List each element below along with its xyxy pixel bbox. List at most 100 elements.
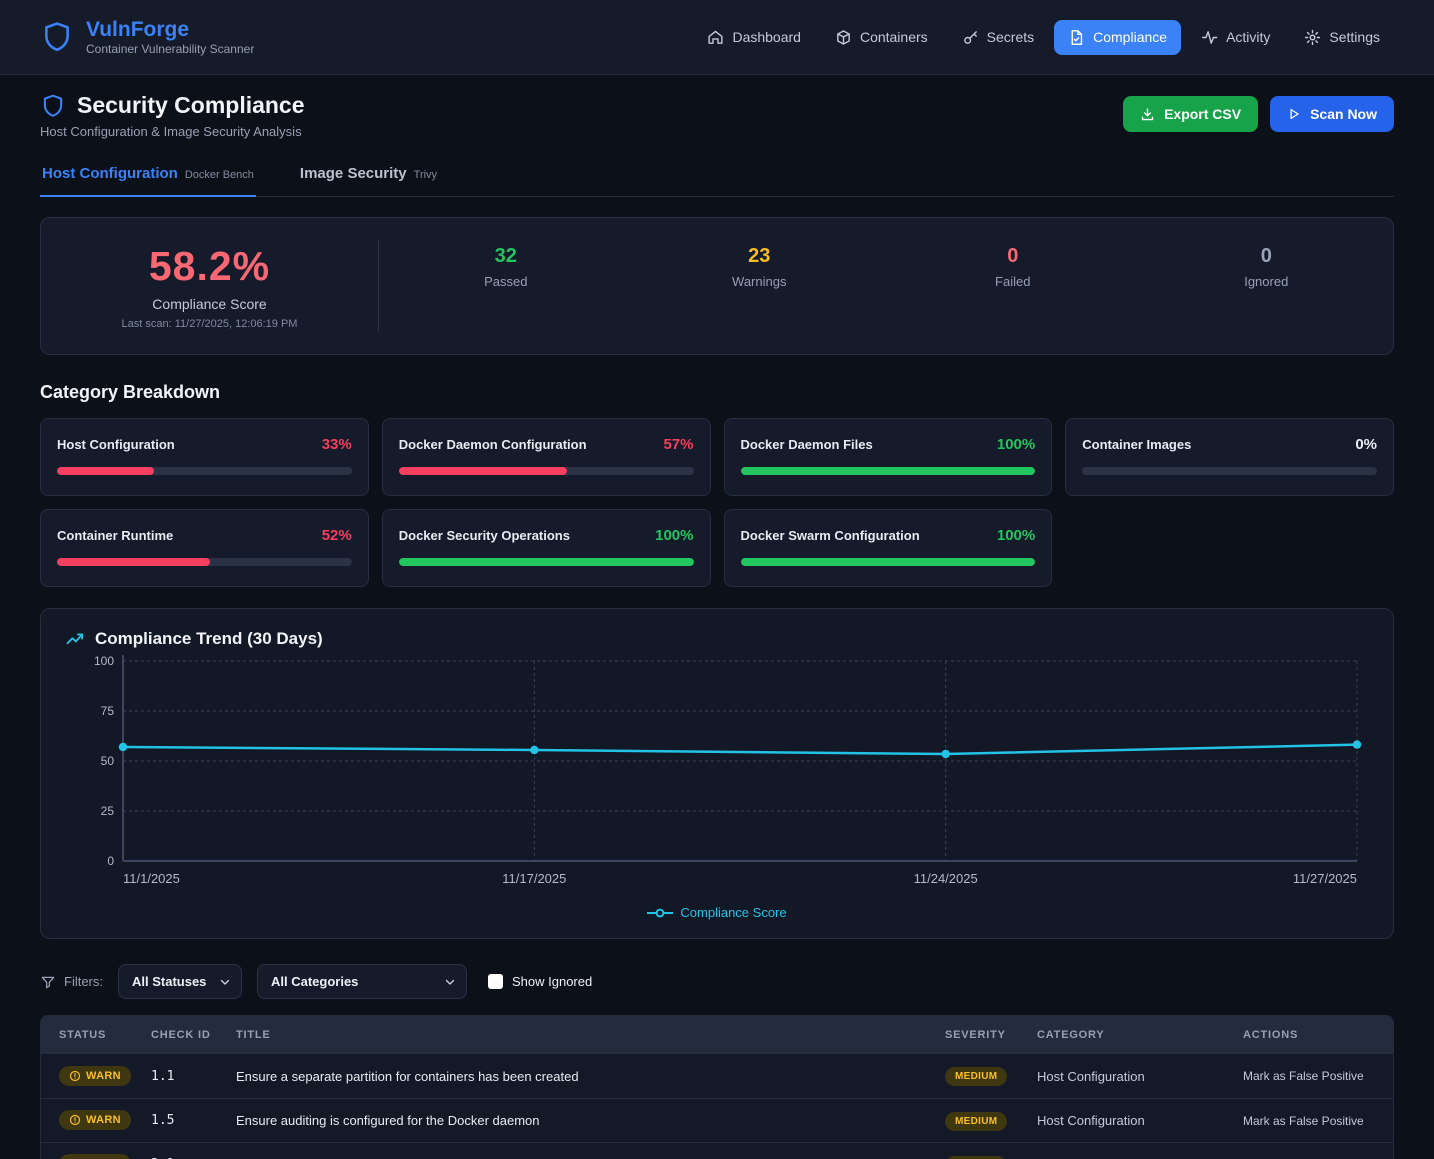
category-card: Docker Swarm Configuration 100% [724,509,1053,587]
category-name: Container Images [1082,437,1191,452]
chart-legend[interactable]: Compliance Score [65,905,1369,924]
category-percent: 0% [1355,436,1377,453]
col-actions: ACTIONS [1243,1016,1393,1054]
tab-host-configuration[interactable]: Host Configuration Docker Bench [40,161,256,197]
col-title: TITLE [236,1016,945,1054]
category-filter-wrap: All Categories [257,964,467,999]
page-header: Security Compliance Host Configuration &… [40,92,1394,139]
ignored-label: Ignored [1140,274,1394,289]
compliance-score-label: Compliance Score [152,296,266,312]
progress-track [57,467,352,475]
nav-label: Containers [860,29,928,45]
passed-count: 32 Passed [379,245,633,354]
nav-items: Dashboard Containers Secrets Compliance … [693,20,1394,55]
category-card: Docker Daemon Files 100% [724,418,1053,496]
nav-label: Dashboard [732,29,801,45]
scan-now-label: Scan Now [1310,106,1377,122]
category-percent: 33% [322,436,352,453]
progress-fill [399,467,567,475]
failed-label: Failed [886,274,1140,289]
progress-fill [57,558,210,566]
category-card: Docker Daemon Configuration 57% [382,418,711,496]
status-text: WARN [86,1070,121,1082]
table-row: WARN 2.1 Ensure network traffic is restr… [41,1142,1393,1159]
svg-text:11/27/2025: 11/27/2025 [1293,871,1357,886]
category-name: Docker Security Operations [399,528,570,543]
table-row: WARN 1.1 Ensure a separate partition for… [41,1054,1393,1098]
col-category: CATEGORY [1037,1016,1243,1054]
progress-track [57,558,352,566]
export-csv-button[interactable]: Export CSV [1123,96,1258,132]
export-csv-label: Export CSV [1164,106,1241,122]
table-header-row: STATUS CHECK ID TITLE SEVERITY CATEGORY … [41,1016,1393,1054]
progress-fill [741,467,1036,475]
nav-item-activity[interactable]: Activity [1187,20,1284,55]
col-status: STATUS [41,1016,151,1054]
category-name: Docker Daemon Configuration [399,437,587,452]
status-filter-wrap: All Statuses [118,964,242,999]
compliance-trend-chart: 025507510011/1/202511/17/202511/24/20251… [65,649,1367,899]
nav-label: Secrets [987,29,1034,45]
check-title: Ensure auditing is configured for the Do… [236,1113,945,1128]
scan-now-button[interactable]: Scan Now [1270,96,1394,132]
legend-marker-icon [647,908,673,918]
compliance-score-value: 58.2% [149,243,270,290]
svg-text:100: 100 [94,654,114,668]
nav-item-settings[interactable]: Settings [1290,20,1394,55]
gear-icon [1304,29,1321,46]
alert-circle-icon [69,1114,81,1126]
alert-circle-icon [69,1070,81,1082]
tab-label: Image Security [300,165,407,182]
col-check-id: CHECK ID [151,1016,236,1054]
status-filter-select[interactable]: All Statuses [118,964,242,999]
failed-count: 0 Failed [886,245,1140,354]
nav-item-containers[interactable]: Containers [821,20,942,55]
progress-fill [741,558,1036,566]
check-category: Host Configuration [1037,1069,1243,1084]
brand: VulnForge Container Vulnerability Scanne… [40,18,254,56]
show-ignored-label: Show Ignored [512,974,592,989]
nav-item-secrets[interactable]: Secrets [948,20,1048,55]
mark-false-positive-link[interactable]: Mark as False Positive [1243,1069,1393,1083]
activity-icon [1201,29,1218,46]
checks-table: STATUS CHECK ID TITLE SEVERITY CATEGORY … [40,1015,1394,1159]
severity-badge: MEDIUM [945,1067,1007,1086]
tab-image-security[interactable]: Image Security Trivy [298,161,439,196]
nav-item-dashboard[interactable]: Dashboard [693,20,815,55]
progress-fill [399,558,694,566]
download-icon [1140,107,1155,122]
page-title: Security Compliance [77,92,305,119]
check-id: 1.5 [151,1113,236,1128]
category-grid: Host Configuration 33% Docker Daemon Con… [40,418,1394,587]
last-scan-text: Last scan: 11/27/2025, 12:06:19 PM [122,318,298,330]
svg-text:25: 25 [101,804,115,818]
warnings-label: Warnings [633,274,887,289]
severity-text: MEDIUM [955,1116,997,1127]
trend-up-icon [65,629,85,649]
nav-label: Compliance [1093,29,1167,45]
category-percent: 52% [322,527,352,544]
nav-item-compliance[interactable]: Compliance [1054,20,1181,55]
chart-title: Compliance Trend (30 Days) [95,629,323,649]
severity-badge: MEDIUM [945,1112,1007,1131]
play-icon [1287,107,1301,121]
mark-false-positive-link[interactable]: Mark as False Positive [1243,1114,1393,1128]
shield-icon [40,93,66,119]
progress-track [399,558,694,566]
category-name: Container Runtime [57,528,173,543]
show-ignored-checkbox[interactable] [488,974,503,989]
svg-text:11/17/2025: 11/17/2025 [502,871,566,886]
category-card: Host Configuration 33% [40,418,369,496]
category-filter-select[interactable]: All Categories [257,964,467,999]
summary-panel: 58.2% Compliance Score Last scan: 11/27/… [40,217,1394,355]
cube-icon [835,29,852,46]
show-ignored-toggle[interactable]: Show Ignored [488,974,592,989]
shield-logo-icon [40,20,74,54]
svg-text:0: 0 [107,854,114,868]
tab-label: Host Configuration [42,165,178,182]
severity-text: MEDIUM [955,1071,997,1082]
category-name: Docker Daemon Files [741,437,873,452]
warnings-value: 23 [633,245,887,268]
ignored-count: 0 Ignored [1140,245,1394,354]
status-badge: WARN [59,1110,131,1130]
